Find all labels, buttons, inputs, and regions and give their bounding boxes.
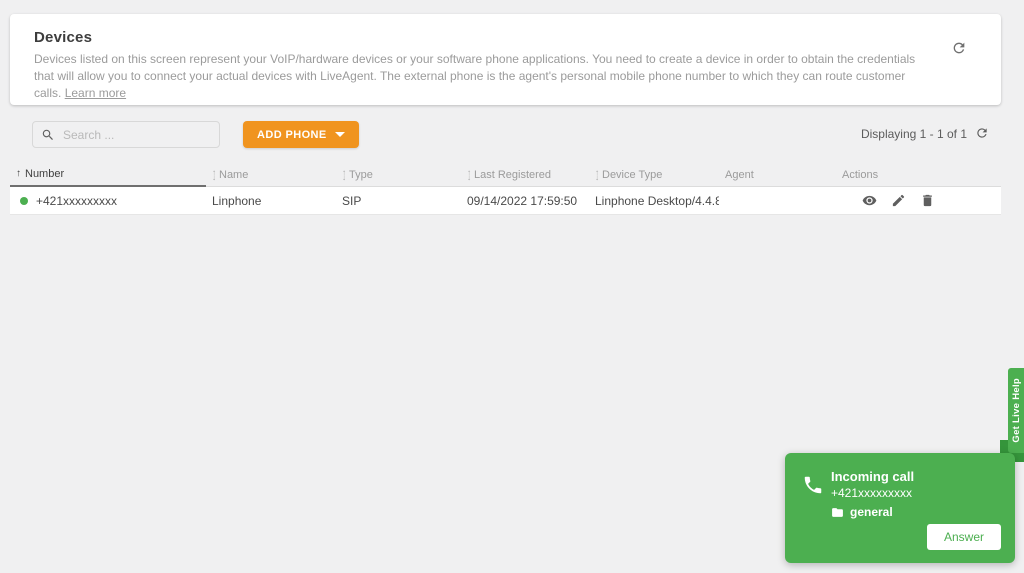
add-phone-button[interactable]: ADD PHONE [243, 121, 359, 148]
cell-number: +421xxxxxxxxx [10, 194, 206, 208]
cell-type: SIP [336, 194, 461, 208]
search-box[interactable] [32, 121, 220, 148]
displaying-count: Displaying 1 - 1 of 1 [861, 127, 967, 141]
edit-pencil-icon[interactable] [891, 193, 906, 208]
column-header-type[interactable]: ↑↓ Type [336, 162, 461, 187]
sort-icon: ↑↓ [467, 170, 470, 180]
incoming-call-number: +421xxxxxxxxx [831, 486, 912, 500]
get-live-help-label: Get Live Help [1011, 378, 1022, 443]
delete-trash-icon[interactable] [920, 193, 935, 208]
folder-icon [831, 506, 844, 519]
column-label: Device Type [602, 169, 662, 181]
device-number: +421xxxxxxxxx [36, 194, 117, 208]
view-eye-icon[interactable] [862, 193, 877, 208]
incoming-call-title: Incoming call [831, 469, 914, 484]
answer-button[interactable]: Answer [927, 524, 1001, 550]
column-label: Type [349, 169, 373, 181]
page-title: Devices [34, 29, 977, 46]
search-icon [41, 128, 55, 142]
department-name: general [850, 505, 893, 519]
table-row[interactable]: +421xxxxxxxxx Linphone SIP 09/14/2022 17… [10, 187, 1001, 215]
table-header: ↑ Number ↑↓ Name ↑↓ Type ↑↓ Last Registe… [10, 162, 1001, 187]
page-description: Devices listed on this screen represent … [34, 51, 934, 102]
online-status-dot [20, 197, 28, 205]
column-label: Number [25, 168, 64, 180]
cell-name: Linphone [206, 194, 336, 208]
incoming-call-notification: Incoming call +421xxxxxxxxx general Answ… [785, 453, 1015, 563]
chevron-down-icon [335, 132, 345, 137]
sort-icon: ↑↓ [595, 170, 598, 180]
column-header-actions: Actions [836, 162, 1001, 187]
sort-icon: ↑↓ [342, 170, 345, 180]
phone-icon [802, 474, 824, 496]
refresh-list-icon[interactable] [975, 126, 989, 140]
column-label: Name [219, 169, 248, 181]
column-label: Actions [842, 169, 878, 181]
column-header-name[interactable]: ↑↓ Name [206, 162, 336, 187]
get-live-help-tab[interactable]: Get Live Help [1008, 368, 1024, 453]
refresh-icon[interactable] [951, 40, 967, 56]
cell-device-type: Linphone Desktop/4.4.8 (... [589, 194, 719, 208]
sort-icon: ↑↓ [212, 170, 215, 180]
sort-asc-icon: ↑ [16, 168, 21, 179]
column-header-device-type[interactable]: ↑↓ Device Type [589, 162, 719, 187]
column-header-number[interactable]: ↑ Number [10, 162, 206, 187]
header-card: Devices Devices listed on this screen re… [10, 14, 1001, 105]
column-label: Last Registered [474, 169, 551, 181]
devices-page: Devices Devices listed on this screen re… [0, 0, 1024, 573]
cell-last-registered: 09/14/2022 17:59:50 [461, 194, 589, 208]
toolbar: ADD PHONE Displaying 1 - 1 of 1 [10, 120, 1001, 150]
column-header-last-registered[interactable]: ↑↓ Last Registered [461, 162, 589, 187]
search-input[interactable] [63, 128, 211, 142]
incoming-call-department: general [831, 505, 893, 519]
column-label: Agent [725, 169, 754, 181]
page-description-text: Devices listed on this screen represent … [34, 52, 915, 100]
cell-actions [836, 193, 1001, 208]
learn-more-link[interactable]: Learn more [65, 86, 126, 100]
add-phone-label: ADD PHONE [257, 129, 327, 141]
column-header-agent: Agent [719, 162, 836, 187]
